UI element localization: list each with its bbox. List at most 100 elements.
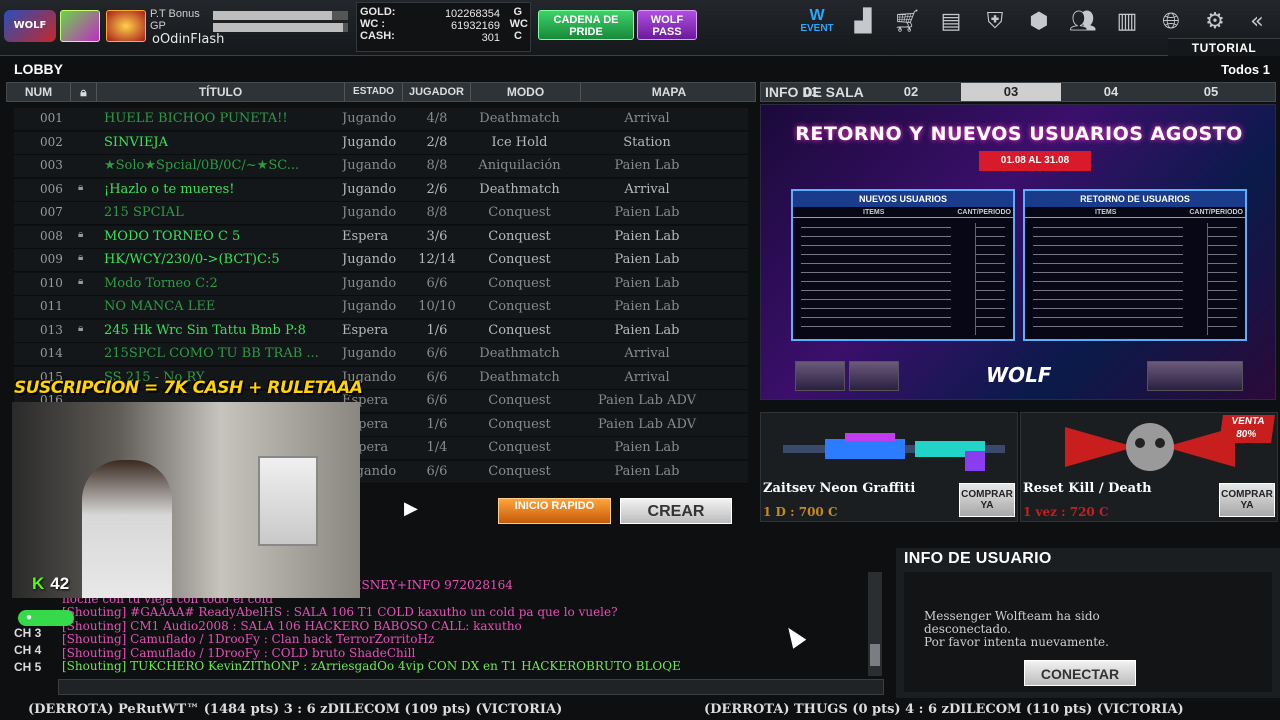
room-row[interactable]: 013 245 Hk Wrc Sin Tattu Bmb P:8 Espera 1/6… (14, 319, 748, 343)
room-title: ¡Hazlo o te mueres! (104, 181, 235, 197)
tab-01[interactable]: 01 (761, 83, 861, 101)
shop-item-zaitsev[interactable]: Zaitsev Neon Graffiti 1 D : 700 C COMPRA… (760, 412, 1018, 522)
clan-icon[interactable]: ⛨ (978, 8, 1012, 36)
room-list-header: NUM 🔒︎ TÍTULO ESTADO JUGADOR MODO MAPA (6, 82, 756, 102)
channel-pill: ● (18, 610, 74, 626)
top-bar: WOLF P.T Bonus GP oOdinFlash GOLD: 10226… (0, 0, 1280, 56)
room-title: 245 Hk Wrc Sin Tattu Bmb P:8 (104, 322, 306, 338)
globe-icon[interactable]: 🌐︎ (1154, 8, 1188, 36)
room-row[interactable]: 011 NO MANCA LEE Jugando 10/10 Conquest Paien… (14, 296, 748, 319)
buy-now-button[interactable]: COMPRAR YA (959, 483, 1015, 517)
play-arrow-icon[interactable]: ▶ (404, 498, 418, 519)
room-mode: Conquest (488, 416, 551, 432)
room-players: 2/8 (426, 134, 448, 150)
room-row[interactable]: 014 215SPCL COMO TU BB TRAB ... Jugando 6/6… (14, 343, 748, 366)
channel-ch3[interactable]: CH 3 (14, 626, 41, 640)
shop-item-price: 1 D : 700 C (763, 505, 838, 519)
tab-05[interactable]: 05 (1161, 83, 1261, 101)
event-button[interactable]: W EVENT (800, 8, 834, 36)
room-row[interactable]: 002 SINVIEJA Jugando 2/8 Ice Hold Station (14, 131, 748, 155)
gold-label: GOLD: (360, 6, 396, 18)
column-state[interactable]: ESTADO (345, 83, 403, 101)
shop-cart-icon[interactable]: 🛒︎ (890, 8, 924, 36)
game-logo: WOLF (4, 10, 56, 42)
inventory-icon[interactable]: ▤ (934, 8, 968, 36)
wc-value: 61932169 (451, 20, 500, 32)
chat-message: [Shouting] CM1 Audio2008 : SALA 106 HACK… (62, 618, 522, 633)
column-title[interactable]: TÍTULO (97, 83, 345, 101)
shop-item-name: Zaitsev Neon Graffiti (763, 481, 916, 496)
shop-item-reset-kd[interactable]: VENTA 80% Reset Kill / Death 1 vez : 720… (1020, 412, 1278, 522)
room-row[interactable]: 006 ¡Hazlo o te mueres! Jugando 2/6 Deathmat… (14, 178, 748, 202)
quick-start-button[interactable]: INICIO RAPIDO (498, 498, 611, 524)
room-row[interactable]: 008 MODO TORNEO C 5 Espera 3/6 Conquest Paien… (14, 225, 748, 249)
room-state: Jugando (342, 158, 397, 173)
chat-scrollbar[interactable] (868, 572, 882, 676)
gear-icon[interactable]: ⚙ (1198, 8, 1232, 36)
lobby-title: LOBBY (14, 61, 63, 77)
channel-ch5[interactable]: CH 5 (14, 660, 41, 674)
room-number: 013 (40, 322, 63, 337)
room-row[interactable]: 007 215 SPCIAL Jugando 8/8 Conquest Paien Lab (14, 202, 748, 225)
room-mode: Ice Hold (491, 134, 548, 150)
friends-icon[interactable]: 👥︎ (1066, 8, 1100, 36)
room-filter-dropdown[interactable]: Todos 1 (1221, 62, 1270, 77)
new-items-col: ITEMS (863, 209, 885, 216)
room-players: 2/6 (426, 181, 448, 197)
messenger-status: Messenger Wolfteam ha sido desconectado.… (924, 609, 1109, 649)
lock-icon: 🔒︎ (78, 275, 84, 287)
ranking-icon[interactable]: ▟ (846, 8, 880, 36)
room-title: 215SPCL COMO TU BB TRAB ... (104, 346, 319, 361)
chat-message: [Shouting] #GAAAA# ReadyAbelHS : SALA 10… (62, 605, 618, 619)
room-state: Jugando (342, 346, 397, 361)
create-room-button[interactable]: CREAR (620, 498, 732, 524)
tab-04[interactable]: 04 (1061, 83, 1161, 101)
column-players[interactable]: JUGADOR (403, 83, 471, 101)
chat-input[interactable] (58, 679, 884, 695)
room-row[interactable]: 010 Modo Torneo C:2 Jugando 6/6 Conquest Paie… (14, 272, 748, 296)
room-row[interactable]: 009 HK/WCY/230/0->(BCT)C:5 Jugando 12/14 Con… (14, 249, 748, 272)
room-row[interactable]: 001 HUELE BICHOO PUÑETA!! Jugando 4/8 Deathm… (14, 108, 748, 131)
room-title: Modo Torneo C:2 (104, 275, 218, 291)
return-items-lines (1033, 223, 1183, 335)
room-row[interactable]: 003 ★Solo★Spcial/0B/0C/~★SC... Jugando 8/8 A… (14, 155, 748, 178)
cadena-de-pride-button[interactable]: CADENA DE PRIDE (538, 10, 634, 40)
banner-logo: WOLF (986, 363, 1052, 387)
room-map: Paien Lab (614, 463, 680, 479)
room-players: 6/6 (426, 346, 448, 361)
sniper-rifle-icon (783, 433, 1005, 471)
connect-button[interactable]: CONECTAR (1024, 660, 1136, 686)
room-map: Paien Lab (614, 158, 680, 173)
kick-count: 42 (50, 574, 70, 593)
return-qty-lines (1207, 223, 1237, 335)
shop-item-name: Reset Kill / Death (1023, 481, 1152, 496)
kick-viewer-count: K 42 (32, 574, 69, 594)
back-icon[interactable]: « (1240, 8, 1274, 36)
room-players: 4/8 (426, 111, 448, 126)
scroll-thumb[interactable] (870, 644, 880, 666)
sale-badge: VENTA 80% (1219, 415, 1275, 443)
ticker-result: (DERROTA) THUGS (0 pts) 4 : 6 zDILECOM (… (704, 702, 1184, 717)
box-icon[interactable]: ⬢ (1022, 8, 1056, 36)
channel-ch4[interactable]: CH 4 (14, 643, 41, 657)
lock-icon: 🔒︎ (78, 252, 84, 263)
character-picture (795, 361, 845, 391)
buy-now-button[interactable]: COMPRAR YA (1219, 483, 1275, 517)
column-lock[interactable]: 🔒︎ (71, 83, 97, 101)
wolf-pass-button[interactable]: WOLF PASS (637, 10, 697, 40)
lock-icon: 🔒︎ (78, 181, 84, 193)
room-number: 014 (40, 346, 63, 360)
tutorial-button[interactable]: TUTORIAL (1168, 38, 1280, 56)
room-number: 007 (40, 205, 63, 219)
event-banner: RETORNO Y NUEVOS USUARIOS AGOSTO 01.08 A… (760, 104, 1276, 400)
room-players: 1/4 (426, 440, 448, 455)
tab-03[interactable]: 03 (961, 83, 1061, 101)
column-mode[interactable]: MODO (471, 83, 581, 101)
room-map: Arrival (624, 369, 670, 385)
gp-bar (213, 23, 348, 32)
room-title: ★Solo★Spcial/0B/0C/~★SC... (104, 158, 300, 173)
column-map[interactable]: MAPA (581, 83, 757, 101)
stats-icon[interactable]: ▥ (1110, 8, 1144, 36)
tab-02[interactable]: 02 (861, 83, 961, 101)
column-num[interactable]: NUM (7, 83, 71, 101)
